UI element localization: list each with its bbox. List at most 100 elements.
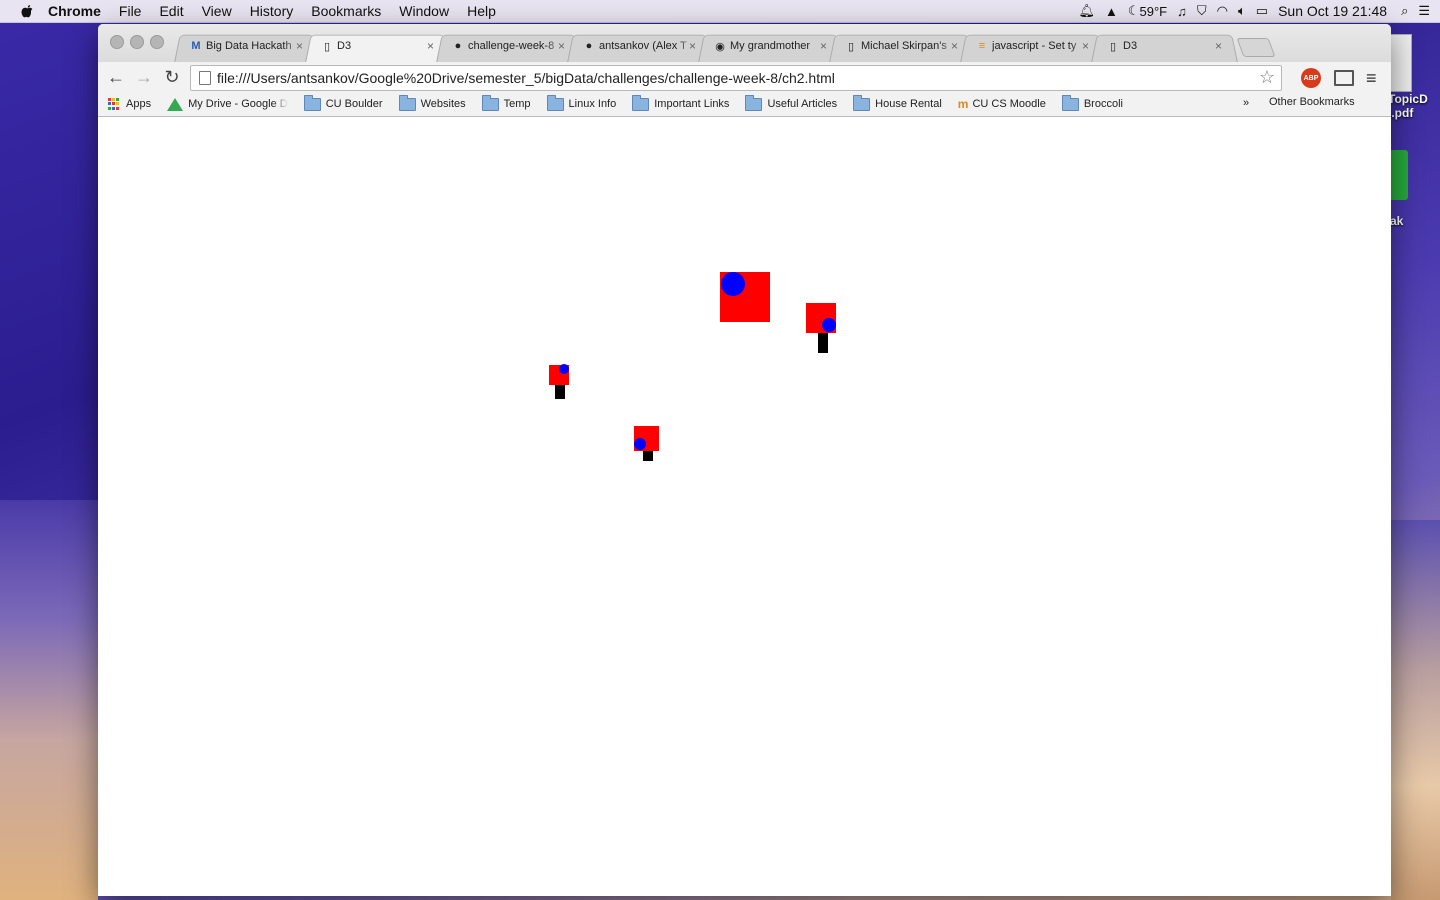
figure-bar (643, 450, 653, 461)
shield-icon[interactable]: ⛉ (1197, 3, 1207, 19)
adblock-plus-icon[interactable]: ABP (1301, 68, 1321, 88)
battery-icon[interactable]: ▭ (1256, 3, 1268, 19)
bookmark-label: Websites (420, 98, 466, 110)
close-tab-icon[interactable]: × (951, 39, 958, 53)
back-arrow-icon[interactable]: ← (106, 67, 126, 87)
bookmark-useful-articles[interactable]: Useful Articles (745, 94, 838, 111)
notification-bell-icon[interactable]: 🔔︎ (1078, 3, 1095, 19)
bookmark-house-rental[interactable]: House Rental (853, 94, 942, 111)
folder-icon (398, 94, 416, 111)
figure-bar (818, 332, 828, 353)
tab-javascript-set[interactable]: ≡ javascript - Set ty × (960, 32, 1105, 63)
menu-history[interactable]: History (250, 3, 294, 19)
bookmark-label: Useful Articles (767, 98, 838, 110)
spotlight-search-icon[interactable]: ⌕ (1401, 3, 1408, 19)
minimize-window-button[interactable] (130, 35, 144, 49)
bookmarks-overflow-chevron[interactable]: » (1243, 97, 1249, 109)
browser-toolbar: ← → ↻ file:///Users/antsankov/Google%20D… (98, 62, 1391, 92)
bookmark-my-drive[interactable]: My Drive - Google D (167, 97, 288, 111)
figure-circle (559, 364, 569, 374)
document-icon (1390, 34, 1412, 92)
bookmark-linux-info[interactable]: Linux Info (546, 94, 617, 111)
menu-bookmarks[interactable]: Bookmarks (311, 3, 381, 19)
desktop-app-icon[interactable] (1390, 150, 1408, 200)
desktop-file-label-2: l.pdf (1388, 106, 1414, 120)
tab-title: Michael Skirpan's (861, 40, 947, 52)
github-icon: ● (585, 40, 593, 52)
close-tab-icon[interactable]: × (820, 39, 827, 53)
menu-file[interactable]: File (119, 3, 142, 19)
bookmark-label: Other Bookmarks (1269, 96, 1355, 108)
bookmark-cu-boulder[interactable]: CU Boulder (303, 94, 383, 111)
close-tab-icon[interactable]: × (296, 39, 303, 53)
address-bar[interactable]: file:///Users/antsankov/Google%20Drive/s… (190, 65, 1282, 91)
bookmark-other-bookmarks[interactable]: Other Bookmarks (1264, 96, 1355, 108)
moodle-icon: m (957, 97, 969, 111)
bookmark-cu-cs-moodle[interactable]: m CU CS Moodle (958, 97, 1046, 111)
desktop-file-label-1: TopicD (1388, 92, 1428, 106)
notification-center-icon[interactable]: ☰ (1418, 3, 1430, 19)
wifi-icon[interactable]: ◠ (1217, 3, 1228, 19)
desktop-file-icon[interactable]: TopicD l.pdf (1388, 34, 1440, 120)
folder-icon (632, 94, 650, 111)
menu-app-name[interactable]: Chrome (48, 3, 101, 19)
zoom-window-button[interactable] (150, 35, 164, 49)
menu-view[interactable]: View (202, 3, 232, 19)
page-icon: ▯ (323, 40, 331, 53)
bookmark-label: Important Links (654, 98, 730, 110)
close-tab-icon[interactable]: × (1082, 39, 1089, 53)
tab-d3-active[interactable]: ▯ D3 × (305, 32, 450, 63)
menu-edit[interactable]: Edit (159, 3, 183, 19)
figure-bar (555, 384, 565, 399)
close-tab-icon[interactable]: × (427, 39, 434, 53)
github-icon: ● (454, 40, 462, 52)
folder-icon (546, 94, 564, 111)
new-tab-button[interactable] (1236, 38, 1276, 57)
tab-title: Big Data Hackath (206, 40, 292, 52)
bookmark-label: Apps (126, 98, 152, 110)
menubar-clock[interactable]: Sun Oct 19 21:48 (1278, 3, 1387, 19)
url-text[interactable]: file:///Users/antsankov/Google%20Drive/s… (217, 70, 835, 86)
google-drive-icon[interactable]: ▲ (1105, 4, 1118, 19)
bookmark-apps[interactable]: Apps (108, 98, 151, 110)
chrome-menu-icon[interactable]: ≡ (1366, 68, 1377, 89)
cast-icon[interactable] (1334, 70, 1354, 86)
desktop-wallpaper-left (0, 500, 98, 900)
bookmark-websites[interactable]: Websites (398, 94, 466, 111)
bookmark-temp[interactable]: Temp (481, 94, 531, 111)
folder-icon (745, 94, 763, 111)
headphones-icon[interactable]: ♫ (1177, 4, 1187, 19)
reload-icon[interactable]: ↻ (162, 67, 182, 87)
volume-icon[interactable]: 🔈︎ (1238, 3, 1246, 19)
bookmark-label: Temp (503, 98, 531, 110)
bookmark-star-icon[interactable]: ☆ (1259, 67, 1275, 88)
bookmark-label: CU CS Moodle (972, 98, 1046, 110)
forward-arrow-icon[interactable]: → (134, 67, 154, 87)
page-icon: ▯ (847, 40, 855, 53)
apps-grid-icon (108, 98, 120, 110)
close-tab-icon[interactable]: × (689, 39, 696, 53)
close-tab-icon[interactable]: × (558, 39, 565, 53)
close-window-button[interactable] (110, 35, 124, 49)
apple-icon[interactable] (20, 3, 36, 19)
close-tab-icon[interactable]: × (1215, 39, 1222, 53)
bookmark-label: Linux Info (568, 98, 617, 110)
menu-help[interactable]: Help (467, 3, 496, 19)
bookmark-label: Broccoli (1083, 98, 1123, 110)
weather-moon-icon[interactable]: ☾ 59°F (1128, 3, 1167, 19)
tab-big-data-hackathon[interactable]: M Big Data Hackath × (174, 32, 319, 63)
tab-michael-skirpan[interactable]: ▯ Michael Skirpan's × (829, 32, 974, 63)
menu-window[interactable]: Window (399, 3, 449, 19)
title-bar: M Big Data Hackath × ▯ D3 × ● challenge-wee… (98, 24, 1391, 63)
folder-icon (1061, 94, 1079, 111)
bookmark-label: House Rental (875, 98, 942, 110)
tab-d3[interactable]: ▯ D3 × (1091, 32, 1238, 63)
tab-antsankov[interactable]: ● antsankov (Alex T × (567, 32, 712, 63)
tab-title: antsankov (Alex T (599, 40, 687, 52)
menu-bar: Chrome File Edit View History Bookmarks … (0, 0, 1440, 23)
bookmark-important-links[interactable]: Important Links (632, 94, 730, 111)
folder-icon (303, 94, 321, 111)
tab-my-grandmother[interactable]: ◉ My grandmother × (698, 32, 843, 63)
tab-challenge-week-8[interactable]: ● challenge-week-8 × (436, 32, 581, 63)
bookmark-broccoli[interactable]: Broccoli (1061, 94, 1123, 111)
